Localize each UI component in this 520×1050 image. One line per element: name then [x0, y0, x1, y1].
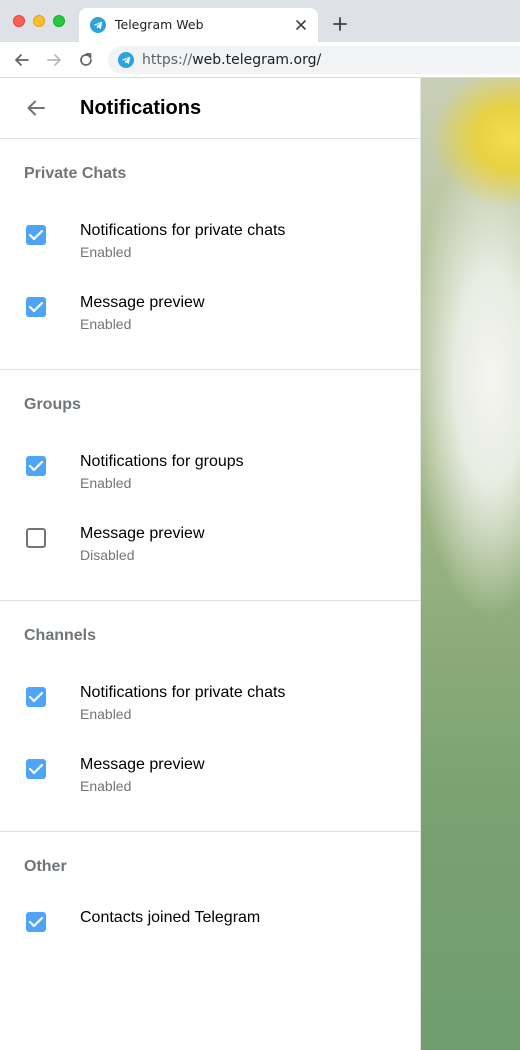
url-host: web.telegram.org/ — [192, 52, 322, 68]
page-title: Notifications — [80, 97, 202, 119]
setting-label: Message preview — [80, 525, 205, 542]
browser-tab-bar: Telegram Web — [0, 0, 520, 42]
setting-row-private-preview[interactable]: Message preview Enabled — [0, 281, 420, 353]
section-channels: Channels Notifications for private chats… — [0, 601, 420, 832]
browser-tab[interactable]: Telegram Web — [79, 8, 318, 42]
section-private-chats: Private Chats Notifications for private … — [0, 139, 420, 370]
section-other: Other Contacts joined Telegram — [0, 832, 420, 974]
window-zoom-button[interactable] — [53, 15, 65, 27]
checkmark-icon — [28, 460, 44, 472]
setting-label: Notifications for groups — [80, 453, 244, 470]
chat-wallpaper — [421, 78, 520, 1050]
checkmark-icon — [28, 916, 44, 928]
checkbox[interactable] — [26, 528, 46, 548]
section-title: Channels — [24, 627, 97, 644]
checkmark-icon — [28, 691, 44, 703]
setting-label: Message preview — [80, 294, 205, 311]
setting-status: Enabled — [80, 475, 132, 491]
checkbox[interactable] — [26, 912, 46, 932]
setting-label: Notifications for private chats — [80, 222, 286, 239]
back-arrow-icon[interactable] — [24, 96, 48, 120]
section-groups: Groups Notifications for groups Enabled … — [0, 370, 420, 601]
url-field[interactable]: https://web.telegram.org/ — [108, 46, 520, 74]
browser-address-bar: https://web.telegram.org/ — [0, 42, 520, 78]
checkbox[interactable] — [26, 759, 46, 779]
setting-label: Notifications for private chats — [80, 684, 286, 701]
telegram-favicon-icon — [90, 17, 106, 33]
setting-status: Enabled — [80, 706, 132, 722]
section-title: Private Chats — [24, 165, 127, 182]
url-scheme: https:// — [142, 52, 193, 68]
checkbox[interactable] — [26, 687, 46, 707]
setting-row-group-preview[interactable]: Message preview Disabled — [0, 512, 420, 584]
checkbox[interactable] — [26, 297, 46, 317]
setting-status: Enabled — [80, 316, 132, 332]
checkmark-icon — [28, 763, 44, 775]
section-title: Other — [24, 858, 67, 875]
checkbox[interactable] — [26, 225, 46, 245]
setting-row-private-notifications[interactable]: Notifications for private chats Enabled — [0, 209, 420, 281]
telegram-site-icon — [118, 52, 134, 68]
setting-label: Message preview — [80, 756, 205, 773]
forward-arrow-icon[interactable] — [45, 51, 63, 69]
tab-close-icon[interactable] — [292, 16, 310, 34]
window-minimize-button[interactable] — [33, 15, 45, 27]
section-title: Groups — [24, 396, 81, 413]
setting-status: Enabled — [80, 244, 132, 260]
setting-row-channel-preview[interactable]: Message preview Enabled — [0, 743, 420, 815]
window-close-button[interactable] — [13, 15, 25, 27]
setting-status: Disabled — [80, 547, 135, 563]
setting-row-contacts-joined[interactable]: Contacts joined Telegram — [0, 902, 420, 958]
checkbox[interactable] — [26, 456, 46, 476]
panel-header: Notifications — [0, 78, 420, 139]
checkmark-icon — [28, 229, 44, 241]
setting-row-group-notifications[interactable]: Notifications for groups Enabled — [0, 440, 420, 512]
tab-title: Telegram Web — [115, 17, 204, 32]
url-text: https://web.telegram.org/ — [142, 52, 321, 68]
new-tab-icon[interactable] — [330, 14, 350, 34]
setting-label: Contacts joined Telegram — [80, 909, 261, 926]
back-arrow-icon[interactable] — [13, 51, 31, 69]
checkmark-icon — [28, 301, 44, 313]
setting-status: Enabled — [80, 778, 132, 794]
notifications-settings-panel: Notifications Private Chats Notification… — [0, 78, 421, 1050]
setting-row-channel-notifications[interactable]: Notifications for private chats Enabled — [0, 671, 420, 743]
reload-icon[interactable] — [77, 51, 95, 69]
